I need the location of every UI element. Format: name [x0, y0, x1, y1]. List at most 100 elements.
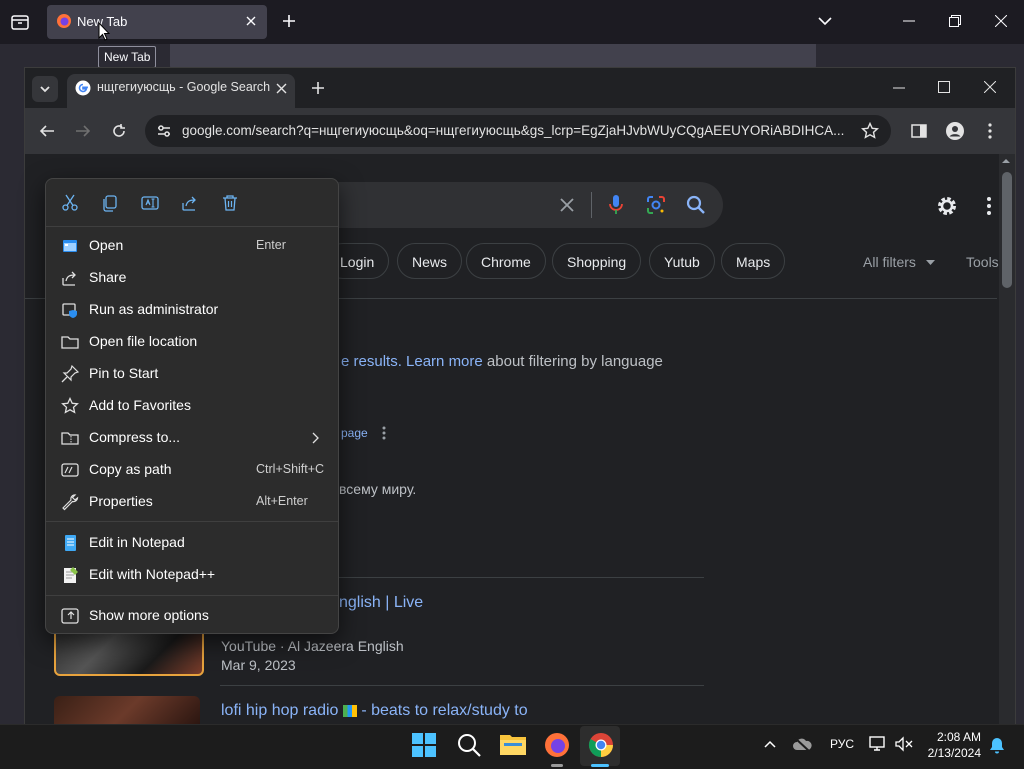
open-icon	[61, 237, 79, 255]
menu-item-share-label: Share	[89, 269, 127, 285]
notification-bell-icon[interactable]	[989, 737, 1005, 754]
menu-item-compress-to[interactable]: Compress to...	[46, 422, 338, 454]
lens-search-icon[interactable]	[646, 195, 666, 215]
notepadpp-icon	[61, 566, 79, 584]
url-text[interactable]: google.com/search?q=нщгегиуюсщь&oq=нщгег…	[182, 123, 844, 138]
star-icon	[61, 397, 79, 415]
profile-icon[interactable]	[946, 122, 964, 140]
chrome-new-tab-icon[interactable]	[311, 81, 325, 95]
clock-date[interactable]: 2/13/2024	[918, 745, 981, 761]
all-filters-button[interactable]: All filters	[863, 254, 916, 270]
menu-item-open[interactable]: Open Enter	[46, 230, 338, 262]
site-info-icon[interactable]	[156, 123, 172, 139]
menu-item-open-file-location[interactable]: Open file location	[46, 326, 338, 358]
zip-icon	[61, 429, 79, 447]
menu-item-pin-to-start[interactable]: Pin to Start	[46, 358, 338, 390]
scroll-up-icon[interactable]	[1001, 158, 1011, 164]
start-button-icon[interactable]	[412, 733, 436, 757]
google-favicon-icon	[75, 80, 91, 96]
search-divider	[591, 192, 592, 218]
chrome-menu-icon[interactable]	[988, 123, 992, 139]
scrollbar-thumb[interactable]	[1002, 172, 1012, 288]
menu-item-edit-in-notepad[interactable]: Edit in Notepad	[46, 527, 338, 559]
search-submit-icon[interactable]	[686, 195, 706, 215]
chip-chrome[interactable]: Chrome	[466, 243, 546, 279]
menu-separator	[46, 595, 338, 596]
language-indicator[interactable]: РУС	[830, 737, 854, 751]
lofi-thumbnail[interactable]	[54, 696, 200, 725]
chip-maps[interactable]: Maps	[721, 243, 786, 279]
menu-item-run-as-admin-label: Run as administrator	[89, 301, 219, 317]
shield-icon	[61, 301, 79, 319]
chip-yutub[interactable]: Yutub	[649, 243, 715, 279]
all-filters-caret-icon[interactable]	[926, 260, 935, 265]
firefox-new-tab-icon[interactable]	[282, 14, 296, 28]
filter-note-partial[interactable]: e results.	[341, 353, 402, 370]
chrome-maximize-icon[interactable]	[938, 81, 950, 93]
firefox-view-icon[interactable]	[10, 13, 30, 31]
clock-time[interactable]: 2:08 AM	[926, 729, 981, 745]
delete-icon[interactable]	[221, 194, 239, 212]
firefox-list-tabs-icon[interactable]	[818, 16, 832, 26]
result-source: YouTube · Al Jazeera English	[221, 638, 404, 654]
menu-item-compress-to-label: Compress to...	[89, 429, 181, 445]
tab-tooltip: New Tab	[98, 46, 157, 68]
menu-item-add-to-favorites-label: Add to Favorites	[89, 397, 191, 413]
result-more-icon[interactable]	[382, 426, 386, 440]
bookmark-star-icon[interactable]	[861, 122, 879, 140]
chrome-active-indicator	[591, 764, 609, 767]
file-explorer-icon[interactable]	[500, 733, 526, 755]
tools-button[interactable]: Tools	[966, 254, 999, 270]
settings-gear-icon[interactable]	[935, 194, 959, 218]
menu-item-properties[interactable]: Properties Alt+Enter	[46, 486, 338, 518]
firefox-taskbar-icon[interactable]	[544, 732, 570, 758]
back-arrow-icon[interactable]	[39, 123, 55, 139]
page-link[interactable]: page	[341, 426, 368, 440]
onedrive-offline-icon[interactable]	[792, 737, 812, 751]
share-icon	[61, 269, 79, 287]
menu-item-add-to-favorites[interactable]: Add to Favorites	[46, 390, 338, 422]
side-panel-icon[interactable]	[911, 123, 927, 139]
menu-item-show-more-options[interactable]: Show more options	[46, 600, 338, 632]
menu-item-run-as-admin[interactable]: Run as administrator	[46, 294, 338, 326]
chrome-minimize-icon[interactable]	[893, 87, 905, 89]
learn-more-link[interactable]: Learn more	[406, 353, 483, 370]
forward-arrow-icon[interactable]	[75, 123, 91, 139]
firefox-restore-icon[interactable]	[949, 15, 961, 27]
firefox-minimize-icon[interactable]	[903, 20, 915, 22]
menu-item-copy-as-path-label: Copy as path	[89, 461, 172, 477]
menu-item-edit-in-notepad-label: Edit in Notepad	[89, 534, 185, 550]
menu-separator	[46, 226, 338, 227]
language-filter-note: e results. Learn more about filtering by…	[341, 353, 663, 370]
menu-item-edit-with-notepadpp[interactable]: Edit with Notepad++	[46, 559, 338, 591]
google-apps-icon[interactable]	[985, 196, 997, 216]
taskbar-search-icon[interactable]	[457, 733, 481, 757]
cut-icon[interactable]	[61, 194, 79, 212]
copy-icon[interactable]	[101, 194, 119, 212]
rename-icon[interactable]	[141, 194, 159, 212]
firefox-close-icon[interactable]	[995, 15, 1007, 27]
chrome-tab-close-icon[interactable]	[276, 83, 287, 94]
mouse-cursor-icon	[98, 22, 110, 42]
result-title-lofi[interactable]: lofi hip hop radio - beats to relax/stud…	[221, 702, 528, 720]
clear-search-icon[interactable]	[559, 197, 575, 213]
folder-icon	[61, 333, 79, 351]
menu-item-share[interactable]: Share	[46, 262, 338, 294]
share-icon[interactable]	[181, 194, 199, 212]
menu-item-copy-as-path[interactable]: Copy as path Ctrl+Shift+C	[46, 454, 338, 486]
tab-search-button[interactable]	[32, 76, 58, 102]
reload-icon[interactable]	[111, 123, 127, 139]
chip-shopping[interactable]: Shopping	[552, 243, 642, 279]
firefox-tab-close-icon[interactable]	[245, 15, 257, 27]
voice-search-icon[interactable]	[608, 194, 624, 216]
show-hidden-icons-icon[interactable]	[764, 740, 776, 748]
chrome-taskbar-icon[interactable]	[588, 732, 614, 758]
firefox-logo-icon	[56, 13, 72, 29]
firefox-running-indicator	[551, 764, 563, 767]
chip-news[interactable]: News	[397, 243, 463, 279]
result-title-live[interactable]: nglish | Live	[339, 594, 423, 612]
chrome-close-icon[interactable]	[984, 81, 996, 93]
network-icon[interactable]	[869, 736, 887, 752]
volume-muted-icon[interactable]	[895, 736, 913, 752]
lofi-title-start: lofi hip hop radio	[221, 702, 339, 719]
